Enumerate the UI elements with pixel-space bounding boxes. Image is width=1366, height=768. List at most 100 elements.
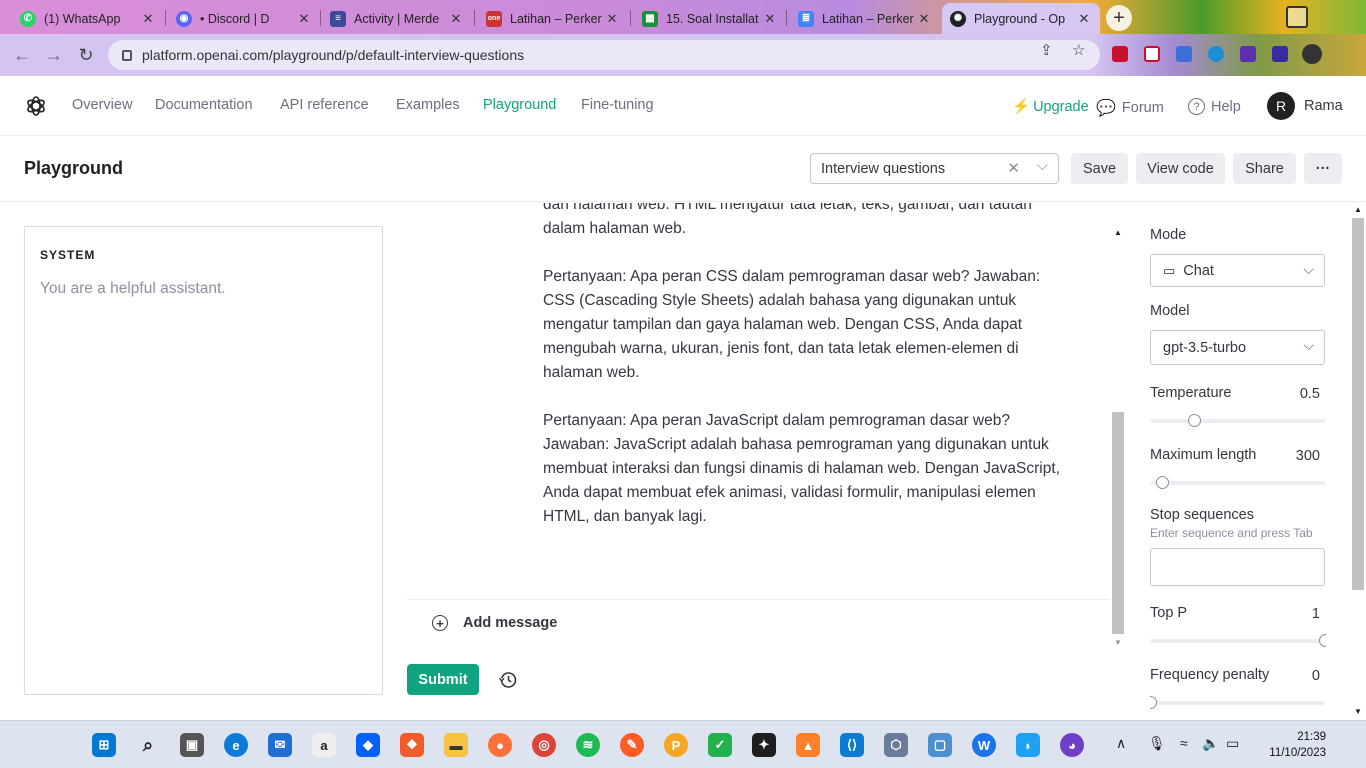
- back-arrow-icon[interactable]: ←: [10, 43, 34, 67]
- frequency-penalty-value[interactable]: 0: [1312, 668, 1320, 684]
- browser-tab-whatsapp[interactable]: ✆ (1) WhatsApp ✕: [12, 3, 164, 34]
- upgrade-link[interactable]: ⚡ Upgrade: [1012, 98, 1089, 116]
- docker-icon[interactable]: ◗: [1016, 733, 1040, 757]
- nav-documentation[interactable]: Documentation: [155, 97, 253, 113]
- scroll-down-icon[interactable]: ▼: [1354, 707, 1362, 716]
- slider-thumb[interactable]: [1187, 414, 1201, 427]
- add-message-button[interactable]: + Add message: [432, 615, 557, 631]
- browser-tab-discord[interactable]: ◉ • Discord | D ✕: [168, 3, 320, 34]
- share-page-icon[interactable]: ⇪: [1040, 41, 1053, 59]
- frequency-penalty-slider[interactable]: [1150, 696, 1325, 709]
- browser-tab-latihan-2[interactable]: ≣ Latihan – Perker ✕: [790, 3, 940, 34]
- profile-avatar-icon[interactable]: [1302, 44, 1322, 64]
- forward-arrow-icon[interactable]: →: [42, 43, 66, 67]
- extension-shield-icon[interactable]: [1112, 46, 1128, 62]
- browser-tab-latihan-1[interactable]: one Latihan – Perker ✕: [478, 3, 628, 34]
- nav-api-reference[interactable]: API reference: [280, 97, 369, 113]
- assistant-message[interactable]: dan halaman web. HTML mengatur tata leta…: [543, 203, 1063, 553]
- windows-start-icon[interactable]: ⊞: [92, 733, 116, 757]
- model-select[interactable]: gpt-3.5-turbo ⌵: [1150, 330, 1325, 365]
- nav-fine-tuning[interactable]: Fine-tuning: [581, 97, 654, 113]
- postman-icon[interactable]: P: [664, 733, 688, 757]
- restore-window-icon[interactable]: [1286, 6, 1308, 28]
- top-p-slider[interactable]: [1150, 634, 1326, 647]
- browser-tab-activity[interactable]: ≡ Activity | Merde ✕: [322, 3, 472, 34]
- address-bar[interactable]: platform.openai.com/playground/p/default…: [108, 40, 1100, 70]
- side-panel-icon[interactable]: [1272, 46, 1288, 62]
- edge-icon[interactable]: e: [224, 733, 248, 757]
- search-icon[interactable]: ⌕: [136, 733, 160, 757]
- reload-icon[interactable]: ↻: [74, 43, 98, 67]
- wifi-icon[interactable]: ≈: [1180, 735, 1188, 751]
- github-icon[interactable]: ◕: [1060, 733, 1084, 757]
- virtualbox-icon[interactable]: ▢: [928, 733, 952, 757]
- nav-playground[interactable]: Playground: [483, 97, 556, 113]
- paint-app-icon[interactable]: ✎: [620, 733, 644, 757]
- volume-icon[interactable]: 🔈: [1202, 735, 1219, 752]
- max-length-value[interactable]: 300: [1296, 448, 1320, 464]
- browser-tab-soal[interactable]: ▦ 15. Soal Installat ✕: [634, 3, 786, 34]
- slider-thumb[interactable]: [1150, 696, 1157, 709]
- dropbox-icon[interactable]: ◆: [356, 733, 380, 757]
- extensions-puzzle-icon[interactable]: [1240, 46, 1256, 62]
- close-icon[interactable]: ✕: [762, 11, 778, 27]
- save-button[interactable]: Save: [1071, 153, 1128, 184]
- stop-sequences-input[interactable]: [1150, 548, 1325, 586]
- close-icon[interactable]: ✕: [296, 11, 312, 27]
- more-options-button[interactable]: ···: [1304, 153, 1342, 184]
- close-icon[interactable]: ✕: [916, 11, 932, 27]
- bookmark-star-icon[interactable]: ☆: [1072, 41, 1085, 59]
- view-code-button[interactable]: View code: [1136, 153, 1225, 184]
- history-icon[interactable]: [498, 670, 518, 690]
- file-explorer-icon[interactable]: ▬: [444, 733, 468, 757]
- archi-app-icon[interactable]: ▲: [796, 733, 820, 757]
- system-input[interactable]: You are a helpful assistant.: [40, 280, 226, 298]
- sheets-app-icon[interactable]: ✓: [708, 733, 732, 757]
- slider-thumb[interactable]: [1319, 634, 1326, 647]
- extension-feather-icon[interactable]: [1208, 46, 1224, 62]
- extension-docs-icon[interactable]: [1176, 46, 1192, 62]
- max-length-slider[interactable]: [1150, 476, 1325, 489]
- close-icon[interactable]: ✕: [140, 11, 156, 27]
- close-icon[interactable]: ✕: [448, 11, 464, 27]
- microphone-icon[interactable]: 🎙: [1148, 735, 1166, 752]
- chevron-up-icon[interactable]: ∧: [1116, 735, 1126, 752]
- close-icon[interactable]: ✕: [604, 11, 620, 27]
- slider-thumb[interactable]: [1156, 476, 1170, 489]
- system-clock[interactable]: 21:39 11/10/2023: [1258, 729, 1326, 761]
- scroll-down-icon[interactable]: ▼: [1114, 638, 1122, 647]
- temperature-slider[interactable]: [1150, 414, 1325, 427]
- help-link[interactable]: ? Help: [1188, 98, 1241, 115]
- figma-icon[interactable]: ✦: [752, 733, 776, 757]
- submit-button[interactable]: Submit: [407, 664, 479, 695]
- message-scrollbar[interactable]: ▲ ▼: [1110, 226, 1126, 651]
- username[interactable]: Rama: [1304, 98, 1343, 114]
- message-list[interactable]: dan halaman web. HTML mengatur tata leta…: [407, 203, 1110, 599]
- temperature-value[interactable]: 0.5: [1300, 386, 1320, 402]
- forum-link[interactable]: 💬 Forum: [1096, 98, 1164, 118]
- page-scrollbar[interactable]: ▲ ▼: [1350, 203, 1366, 720]
- scroll-up-icon[interactable]: ▲: [1114, 228, 1122, 237]
- chrome-icon[interactable]: ◎: [532, 733, 556, 757]
- nav-overview[interactable]: Overview: [72, 97, 132, 113]
- chat-app-icon[interactable]: W: [972, 733, 996, 757]
- vscode-icon[interactable]: ⟨⟩: [840, 733, 864, 757]
- openai-logo-icon[interactable]: [24, 94, 48, 118]
- spotify-icon[interactable]: ≋: [576, 733, 600, 757]
- scroll-up-icon[interactable]: ▲: [1354, 205, 1362, 214]
- clear-icon[interactable]: ✕: [1007, 159, 1020, 177]
- scrollbar-thumb[interactable]: [1112, 412, 1124, 634]
- nav-examples[interactable]: Examples: [396, 97, 460, 113]
- top-p-value[interactable]: 1: [1312, 606, 1320, 622]
- mail-icon[interactable]: ✉: [268, 733, 292, 757]
- scrollbar-thumb[interactable]: [1352, 218, 1364, 590]
- new-tab-button[interactable]: +: [1106, 5, 1132, 31]
- system-panel[interactable]: SYSTEM You are a helpful assistant.: [24, 226, 383, 695]
- extension-calendar-icon[interactable]: [1144, 46, 1160, 62]
- close-icon[interactable]: ✕: [1076, 11, 1092, 27]
- mode-select[interactable]: ▭ Chat ⌵: [1150, 254, 1325, 287]
- battery-icon[interactable]: ▭: [1226, 735, 1239, 752]
- amazon-icon[interactable]: a: [312, 733, 336, 757]
- firefox-icon[interactable]: ●: [488, 733, 512, 757]
- url-text[interactable]: platform.openai.com/playground/p/default…: [142, 47, 524, 63]
